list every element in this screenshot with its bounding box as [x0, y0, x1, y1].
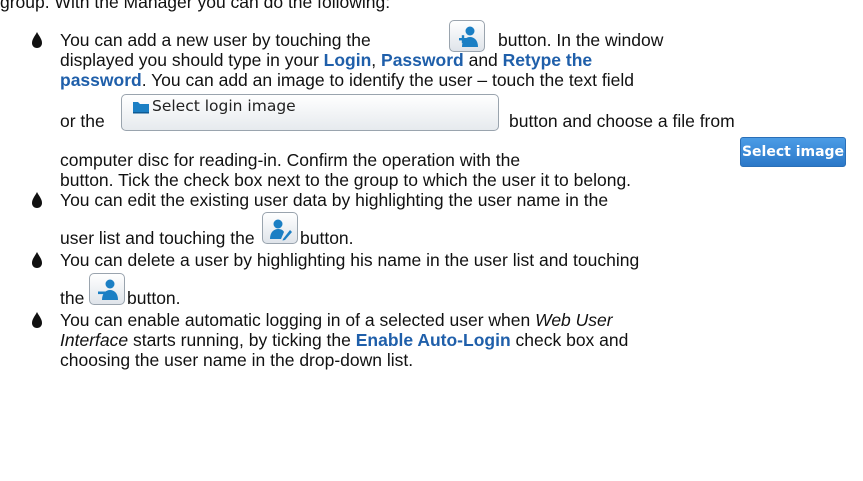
add-user-line-1b: button. In the window [498, 30, 664, 50]
add-user-button[interactable] [449, 20, 485, 52]
delete-user-line-1: You can delete a user by highlighting hi… [60, 250, 640, 270]
diamond-bullet-icon [30, 310, 44, 330]
auto-login-line-2-text: starts running, by ticking the [132, 330, 351, 350]
login-term: Login [323, 50, 372, 70]
edit-user-icon [270, 219, 292, 241]
diamond-bullet-icon [30, 30, 44, 50]
retype-password-term: password [60, 70, 142, 90]
delete-user-line-2b: button. [127, 288, 181, 308]
auto-login-line-1-text: You can enable automatic logging in of a… [60, 310, 531, 330]
retype-term: Retype the [502, 50, 593, 70]
auto-login-line-3: choosing the user name in the drop-down … [60, 350, 414, 370]
add-user-line-2-text: displayed you should type in your [60, 50, 319, 70]
web-user-term: Web User [535, 310, 613, 330]
auto-login-line-2-tail: check box and [515, 330, 629, 350]
and-text: and [468, 50, 498, 70]
add-user-line-6: button. Tick the check box next to the g… [60, 170, 632, 190]
add-user-line-2: displayed you should type in your Login,… [60, 50, 592, 70]
intro-text: group. With the Manager you can do the f… [0, 0, 391, 12]
add-user-line-4a: or the [60, 111, 105, 131]
add-user-icon [459, 26, 478, 47]
diamond-bullet-icon [30, 250, 44, 270]
edit-user-line-1: You can edit the existing user data by h… [60, 190, 609, 210]
edit-user-button[interactable] [262, 212, 298, 244]
add-user-line-1a: You can add a new user by touching the [60, 30, 371, 50]
add-user-line-3-text: . You can add an image to identify the u… [141, 70, 634, 90]
comma-text: , [371, 50, 377, 70]
manual-page: group. With the Manager you can do the f… [0, 0, 863, 481]
edit-user-line-2b: button. [300, 228, 354, 248]
auto-login-line-2: Interface starts running, by ticking the… [60, 330, 628, 350]
add-user-line-5: computer disc for reading-in. Confirm th… [60, 150, 521, 170]
delete-user-line-2a: the [60, 288, 85, 308]
auto-login-line-1: You can enable automatic logging in of a… [60, 310, 613, 330]
select-login-image-button[interactable]: Select login image [121, 94, 499, 131]
folder-icon [132, 99, 150, 119]
select-login-image-label: Select login image [152, 97, 296, 115]
password-term: Password [381, 50, 464, 70]
add-user-line-3: password. You can add an image to identi… [60, 70, 634, 90]
edit-user-line-2a: user list and touching the [60, 228, 255, 248]
select-image-button[interactable]: Select image [740, 137, 846, 167]
enable-auto-login-term: Enable Auto-Login [355, 330, 511, 350]
diamond-bullet-icon [30, 190, 44, 210]
delete-user-button[interactable] [89, 273, 125, 305]
interface-term: Interface [60, 330, 129, 350]
delete-user-icon [98, 279, 118, 300]
add-user-line-4b: button and choose a file from [509, 111, 735, 131]
